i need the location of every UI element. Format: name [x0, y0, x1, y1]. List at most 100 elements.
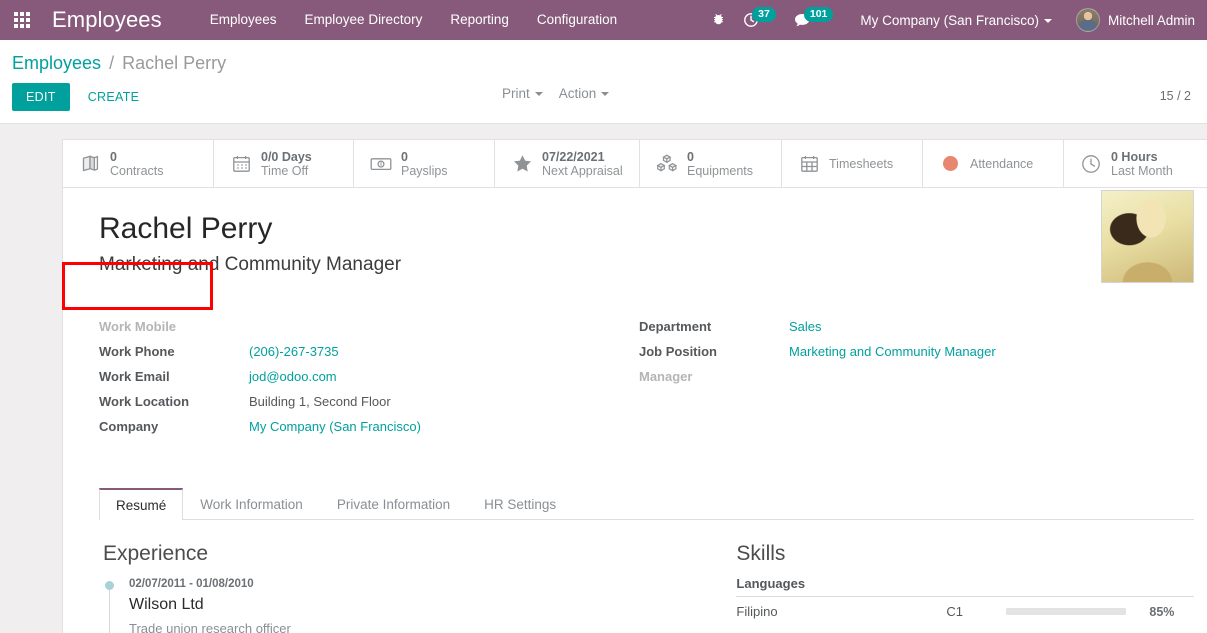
chevron-down-icon [601, 92, 610, 97]
avatar [1075, 8, 1100, 32]
tab-private-information[interactable]: Private Information [320, 488, 467, 520]
stat-contracts-label: Contracts [110, 163, 164, 178]
breadcrumb-current: Rachel Perry [122, 53, 227, 73]
skill-row-filipino[interactable]: Filipino C1 85% [736, 597, 1194, 619]
resume-tab-page: Experience 02/07/2011 - 01/08/2010 Wilso… [99, 520, 1194, 633]
boxes-icon [656, 153, 678, 175]
experience-section-title: Experience [103, 542, 209, 565]
create-button[interactable]: CREATE [76, 84, 152, 110]
fields-left-column: Work Mobile Work Phone (206)-267-3735 Wo… [99, 314, 639, 439]
field-department: Department Sales [639, 314, 1109, 339]
field-job-position: Job Position Marketing and Community Man… [639, 339, 1109, 364]
breadcrumb: Employees / Rachel Perry [12, 40, 1195, 77]
stat-time-off-label: Time Off [261, 163, 309, 178]
user-menu-label: Mitchell Admin [1107, 12, 1195, 28]
control-panel-actions: EDIT CREATE Print Action 15 / 2 [12, 77, 1195, 123]
skills-section: Skills Languages Filipino C1 85% Dev [732, 542, 1194, 633]
stat-button-equipments-text: 0 Equipments [687, 150, 753, 178]
skills-section-title: Skills [736, 542, 786, 565]
timeline-dot-icon [105, 581, 114, 590]
chevron-down-icon [1043, 18, 1052, 23]
field-manager-label: Manager [639, 369, 693, 384]
field-manager: Manager [639, 364, 1109, 389]
skill-name: Filipino [736, 604, 778, 619]
experience-entry-description: Trade union research officer [129, 621, 291, 633]
notebook-tabs: Resumé Work Information Private Informat… [99, 487, 1194, 520]
page-title: Rachel Perry [99, 212, 273, 245]
breadcrumb-root[interactable]: Employees [12, 53, 101, 73]
field-department-value[interactable]: Sales [789, 314, 822, 339]
stat-button-next-appraisal-text: 07/22/2021 Next Appraisal [542, 150, 623, 178]
top-navbar: Employees Employees Employee Directory R… [0, 0, 1207, 40]
field-company-label: Company [99, 419, 159, 434]
field-work-location-value[interactable]: Building 1, Second Floor [249, 389, 391, 414]
stat-equipments-label: Equipments [687, 163, 754, 178]
print-dropdown[interactable]: Print [502, 86, 543, 101]
stat-button-contracts[interactable]: 0 Contracts [63, 140, 214, 187]
field-work-location: Work Location Building 1, Second Floor [99, 389, 639, 414]
field-job-position-label: Job Position [639, 344, 717, 359]
stat-last-month-label: Last Month [1111, 163, 1173, 178]
menu-item-reporting[interactable]: Reporting [436, 0, 523, 40]
menu-item-employee-directory[interactable]: Employee Directory [291, 0, 437, 40]
activities-button[interactable]: 37 [734, 0, 785, 40]
skill-progress-bar [1006, 608, 1127, 615]
content-area: 0 Contracts 0/0 Days Time Off 0 Payslips… [0, 124, 1207, 633]
field-work-phone-value[interactable]: (206)-267-3735 [249, 339, 339, 364]
field-company-value[interactable]: My Company (San Francisco) [249, 414, 421, 439]
stat-button-next-appraisal[interactable]: 07/22/2021 Next Appraisal [495, 140, 640, 187]
skill-percent: 85% [1149, 604, 1175, 619]
stat-button-timesheets[interactable]: Timesheets [782, 140, 923, 187]
menu-item-configuration[interactable]: Configuration [523, 0, 631, 40]
experience-entry-title: Wilson Ltd [129, 596, 204, 613]
record-body: Rachel Perry Marketing and Community Man… [63, 188, 1207, 633]
tab-work-information[interactable]: Work Information [183, 488, 320, 520]
stat-next-appraisal-value: 07/22/2021 [542, 149, 605, 164]
navbar-right-cluster: 37 101 My Company (San Francisco) Mitche… [703, 0, 1207, 40]
stat-time-off-value: 0/0 Days [261, 149, 312, 164]
bug-icon[interactable] [703, 0, 734, 40]
stat-button-payslips-text: 0 Payslips [401, 150, 448, 178]
experience-entry[interactable]: 02/07/2011 - 01/08/2010 Wilson Ltd Trade… [129, 576, 732, 633]
fields-container: Work Mobile Work Phone (206)-267-3735 Wo… [99, 314, 1194, 439]
tab-resume[interactable]: Resumé [99, 488, 184, 520]
edit-button[interactable]: EDIT [12, 83, 70, 111]
stat-button-row: 0 Contracts 0/0 Days Time Off 0 Payslips… [63, 140, 1207, 188]
stat-button-equipments[interactable]: 0 Equipments [640, 140, 782, 187]
action-dropdown-label: Action [558, 86, 597, 101]
stat-next-appraisal-label: Next Appraisal [542, 163, 623, 178]
stat-button-attendance[interactable]: Attendance [923, 140, 1064, 187]
company-switcher[interactable]: My Company (San Francisco) [842, 13, 1062, 28]
stat-button-last-month-hours[interactable]: 0 Hours Last Month [1064, 140, 1207, 187]
employee-job-title: Marketing and Community Manager [99, 254, 402, 275]
messages-button[interactable]: 101 [785, 0, 843, 40]
presence-dot-icon [939, 153, 961, 175]
action-dropdown[interactable]: Action [559, 86, 610, 101]
company-switcher-label: My Company (San Francisco) [860, 12, 1039, 28]
user-menu[interactable]: Mitchell Admin [1062, 8, 1207, 32]
experience-entry-dates: 02/07/2011 - 01/08/2010 [129, 578, 254, 590]
calendar-grid-icon [798, 153, 820, 175]
apps-grid-icon [14, 12, 30, 28]
apps-menu-button[interactable] [0, 0, 44, 40]
field-job-position-value[interactable]: Marketing and Community Manager [789, 339, 996, 364]
stat-button-payslips[interactable]: 0 Payslips [354, 140, 495, 187]
menu-item-employees[interactable]: Employees [196, 0, 291, 40]
field-work-mobile: Work Mobile [99, 314, 639, 339]
chevron-down-icon [534, 92, 543, 97]
field-work-location-label: Work Location [99, 394, 190, 409]
tab-hr-settings[interactable]: HR Settings [467, 488, 573, 520]
app-brand-title[interactable]: Employees [52, 7, 162, 33]
field-work-email-value[interactable]: jod@odoo.com [249, 364, 337, 389]
main-menu: Employees Employee Directory Reporting C… [196, 0, 631, 40]
stat-timesheets-label: Timesheets [829, 156, 894, 171]
field-work-email: Work Email jod@odoo.com [99, 364, 639, 389]
skill-group-languages-title: Languages [736, 576, 1194, 597]
record-pager[interactable]: 15 / 2 [1160, 89, 1191, 103]
field-work-email-label: Work Email [99, 369, 170, 384]
clock-circle-icon [1080, 153, 1102, 175]
stat-button-time-off[interactable]: 0/0 Days Time Off [214, 140, 354, 187]
stat-last-month-value: 0 Hours [1111, 149, 1158, 164]
employee-photo[interactable] [1101, 190, 1194, 283]
field-company: Company My Company (San Francisco) [99, 414, 639, 439]
